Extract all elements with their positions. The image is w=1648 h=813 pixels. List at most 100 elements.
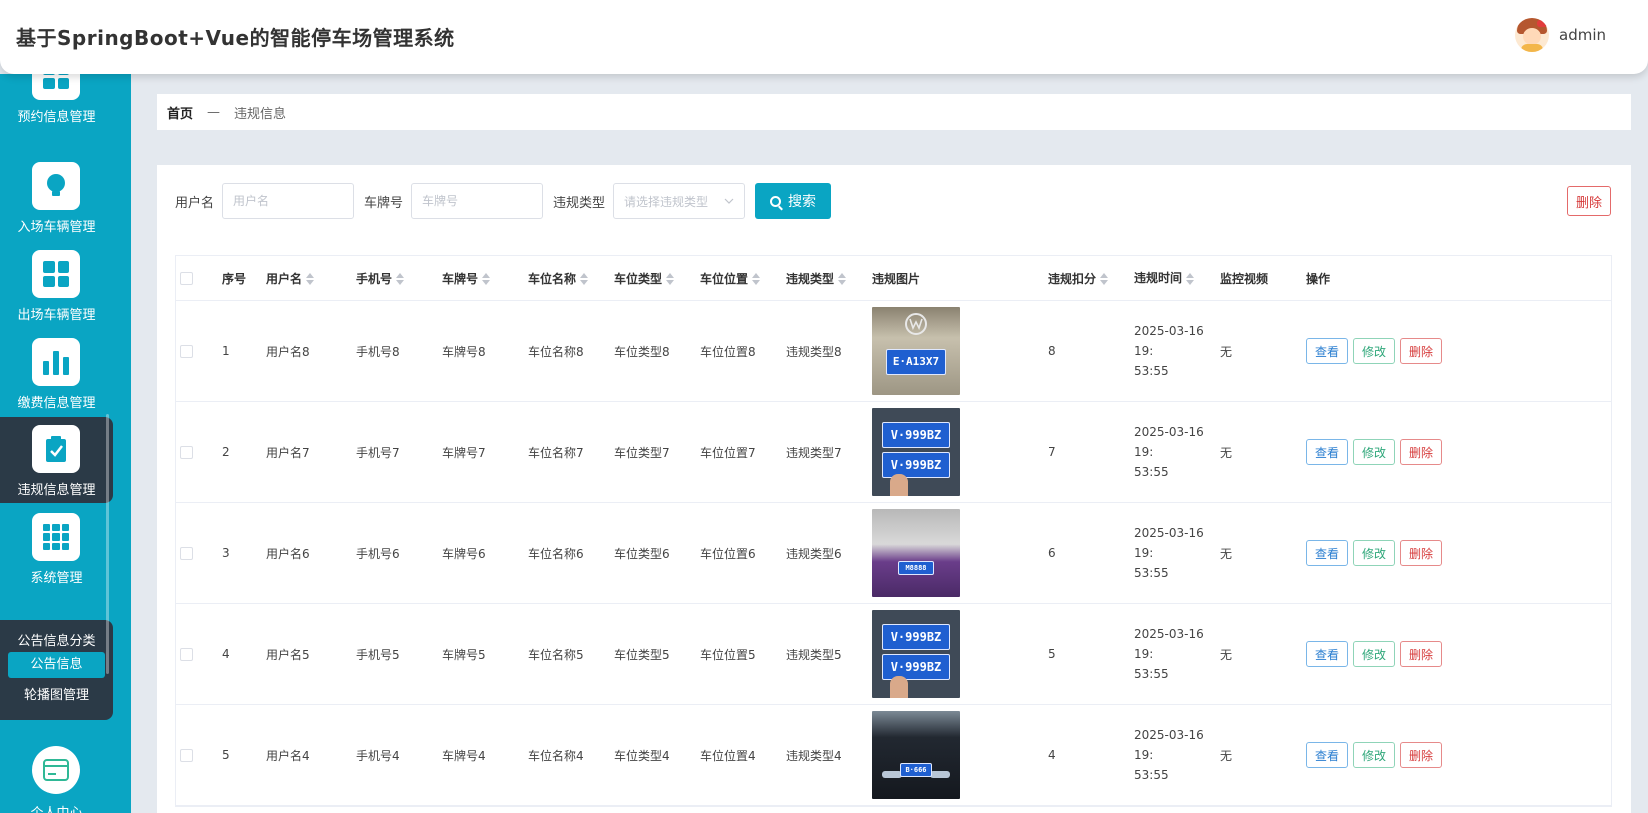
apps-icon — [32, 513, 80, 561]
select-all-checkbox[interactable] — [180, 271, 193, 285]
col-plate[interactable]: 车牌号 — [434, 270, 520, 287]
breadcrumb-current: 违规信息 — [234, 106, 287, 122]
edit-button[interactable]: 修改 — [1353, 742, 1396, 768]
row-actions: 查看 修改 删除 — [1298, 540, 1528, 566]
sidebar-item-violation[interactable]: 违规信息管理 — [0, 417, 113, 503]
sort-icon[interactable] — [752, 273, 761, 285]
table-row: 5 用户名4 手机号4 车牌号4 车位名称4 车位类型4 车位位置4 违规类型4… — [176, 705, 1611, 806]
username-label[interactable]: admin — [1559, 26, 1606, 44]
row-actions: 查看 修改 删除 — [1298, 742, 1528, 768]
cell-space-pos: 车位位置4 — [700, 748, 756, 763]
violation-image[interactable]: V·999BZ V·999BZ — [872, 408, 960, 496]
license-plate-text: E·A13X7 — [886, 349, 946, 375]
col-username[interactable]: 用户名 — [258, 270, 348, 287]
sidebar-item-entry-vehicle[interactable]: 入场车辆管理 — [0, 154, 113, 240]
submenu-item-carousel[interactable]: 轮播图管理 — [0, 684, 113, 703]
cell-vtype: 违规类型6 — [786, 546, 842, 561]
cell-time: 2025-03-16 19: 53:55 — [1134, 728, 1204, 782]
row-checkbox[interactable] — [180, 647, 193, 661]
cell-no: 2 — [222, 445, 230, 459]
sidebar-item-personal[interactable]: 个人中心 — [0, 802, 113, 813]
col-space-type[interactable]: 车位类型 — [606, 270, 692, 287]
edit-button[interactable]: 修改 — [1353, 338, 1396, 364]
col-space-pos[interactable]: 车位位置 — [692, 270, 778, 287]
submenu-item-notice[interactable]: 公告信息 — [8, 652, 105, 678]
sidebar-item-exit-vehicle[interactable]: 出场车辆管理 — [0, 242, 113, 328]
delete-button[interactable]: 删除 — [1400, 540, 1443, 566]
submenu-item-notice-category[interactable]: 公告信息分类 — [0, 630, 113, 649]
search-button[interactable]: 搜索 — [755, 183, 832, 219]
view-button[interactable]: 查看 — [1306, 338, 1349, 364]
col-ops: 操作 — [1306, 271, 1331, 286]
delete-button[interactable]: 删除 — [1400, 439, 1443, 465]
row-actions: 查看 修改 删除 — [1298, 439, 1528, 465]
col-points[interactable]: 违规扣分 — [1040, 270, 1126, 287]
row-checkbox[interactable] — [180, 748, 193, 762]
card-icon[interactable] — [32, 746, 80, 794]
col-time[interactable]: 违规时间 — [1126, 268, 1212, 288]
sort-icon[interactable] — [396, 273, 405, 285]
plate-filter-label: 车牌号 — [364, 195, 404, 211]
delete-button[interactable]: 删除 — [1400, 641, 1443, 667]
delete-button[interactable]: 删除 — [1400, 742, 1443, 768]
sort-icon[interactable] — [580, 273, 589, 285]
view-button[interactable]: 查看 — [1306, 742, 1349, 768]
avatar[interactable] — [1515, 18, 1549, 52]
cell-space-type: 车位类型7 — [614, 445, 670, 460]
cell-time: 2025-03-16 19: 53:55 — [1134, 324, 1204, 378]
cell-monitor: 无 — [1220, 748, 1233, 763]
breadcrumb-home[interactable]: 首页 — [167, 103, 193, 122]
row-checkbox[interactable] — [180, 445, 193, 459]
sort-icon[interactable] — [1186, 272, 1195, 285]
cell-plate: 车牌号8 — [442, 344, 486, 359]
sidebar-scrollbar[interactable] — [106, 414, 109, 674]
cell-time: 2025-03-16 19: 53:55 — [1134, 425, 1204, 479]
cell-username: 用户名8 — [266, 344, 310, 359]
table-row: 1 用户名8 手机号8 车牌号8 车位名称8 车位类型8 车位位置8 违规类型8… — [176, 301, 1611, 402]
view-button[interactable]: 查看 — [1306, 540, 1349, 566]
bulk-delete-button[interactable]: 删除 — [1566, 186, 1611, 216]
sort-icon[interactable] — [482, 273, 491, 285]
sidebar-item-label: 预约信息管理 — [17, 110, 96, 125]
sidebar-item-reservation[interactable]: 预约信息管理 — [0, 74, 113, 130]
plate-input[interactable] — [411, 183, 544, 219]
cell-username: 用户名4 — [266, 748, 310, 763]
bar-chart-icon — [32, 338, 80, 386]
violation-image[interactable]: E·A13X7 — [872, 307, 960, 395]
violation-table: 序号 用户名 手机号 车牌号 车位名称 车位类型 车位位置 违规类型 违规图片 … — [175, 255, 1612, 807]
license-plate-text: B·666 — [900, 763, 932, 777]
cell-monitor: 无 — [1220, 546, 1233, 561]
username-input[interactable] — [222, 183, 355, 219]
violation-image[interactable]: B·666 — [872, 711, 960, 799]
cell-plate: 车牌号4 — [442, 748, 486, 763]
violation-image[interactable]: M8888 — [872, 509, 960, 597]
cell-points: 6 — [1048, 546, 1056, 560]
sidebar-item-payment[interactable]: 缴费信息管理 — [0, 330, 113, 416]
edit-button[interactable]: 修改 — [1353, 540, 1396, 566]
username-filter-label: 用户名 — [175, 195, 215, 211]
edit-button[interactable]: 修改 — [1353, 439, 1396, 465]
sidebar-item-system[interactable]: 系统管理 — [0, 505, 113, 591]
user-menu[interactable]: admin — [1515, 18, 1606, 52]
col-monitor: 监控视频 — [1220, 271, 1269, 286]
sidebar: 预约信息管理 入场车辆管理 出场车辆管理 缴费信息管理 违规信息管理 系统管理 … — [0, 74, 131, 813]
row-checkbox[interactable] — [180, 546, 193, 560]
edit-button[interactable]: 修改 — [1353, 641, 1396, 667]
col-space-name[interactable]: 车位名称 — [520, 270, 606, 287]
cell-space-name: 车位名称7 — [528, 445, 584, 460]
sort-icon[interactable] — [838, 273, 847, 285]
row-checkbox[interactable] — [180, 344, 193, 358]
sort-icon[interactable] — [306, 273, 315, 285]
cell-points: 4 — [1048, 748, 1056, 762]
vtype-select[interactable]: 请选择违规类型 — [613, 183, 746, 219]
sort-icon[interactable] — [666, 273, 675, 285]
sort-icon[interactable] — [1100, 273, 1109, 285]
view-button[interactable]: 查看 — [1306, 641, 1349, 667]
view-button[interactable]: 查看 — [1306, 439, 1349, 465]
violation-image[interactable]: V·999BZ V·999BZ — [872, 610, 960, 698]
col-phone[interactable]: 手机号 — [348, 270, 434, 287]
license-plate-text: M8888 — [898, 561, 934, 575]
delete-button[interactable]: 删除 — [1400, 338, 1443, 364]
chevron-down-icon — [724, 198, 734, 204]
col-vtype[interactable]: 违规类型 — [778, 270, 864, 287]
